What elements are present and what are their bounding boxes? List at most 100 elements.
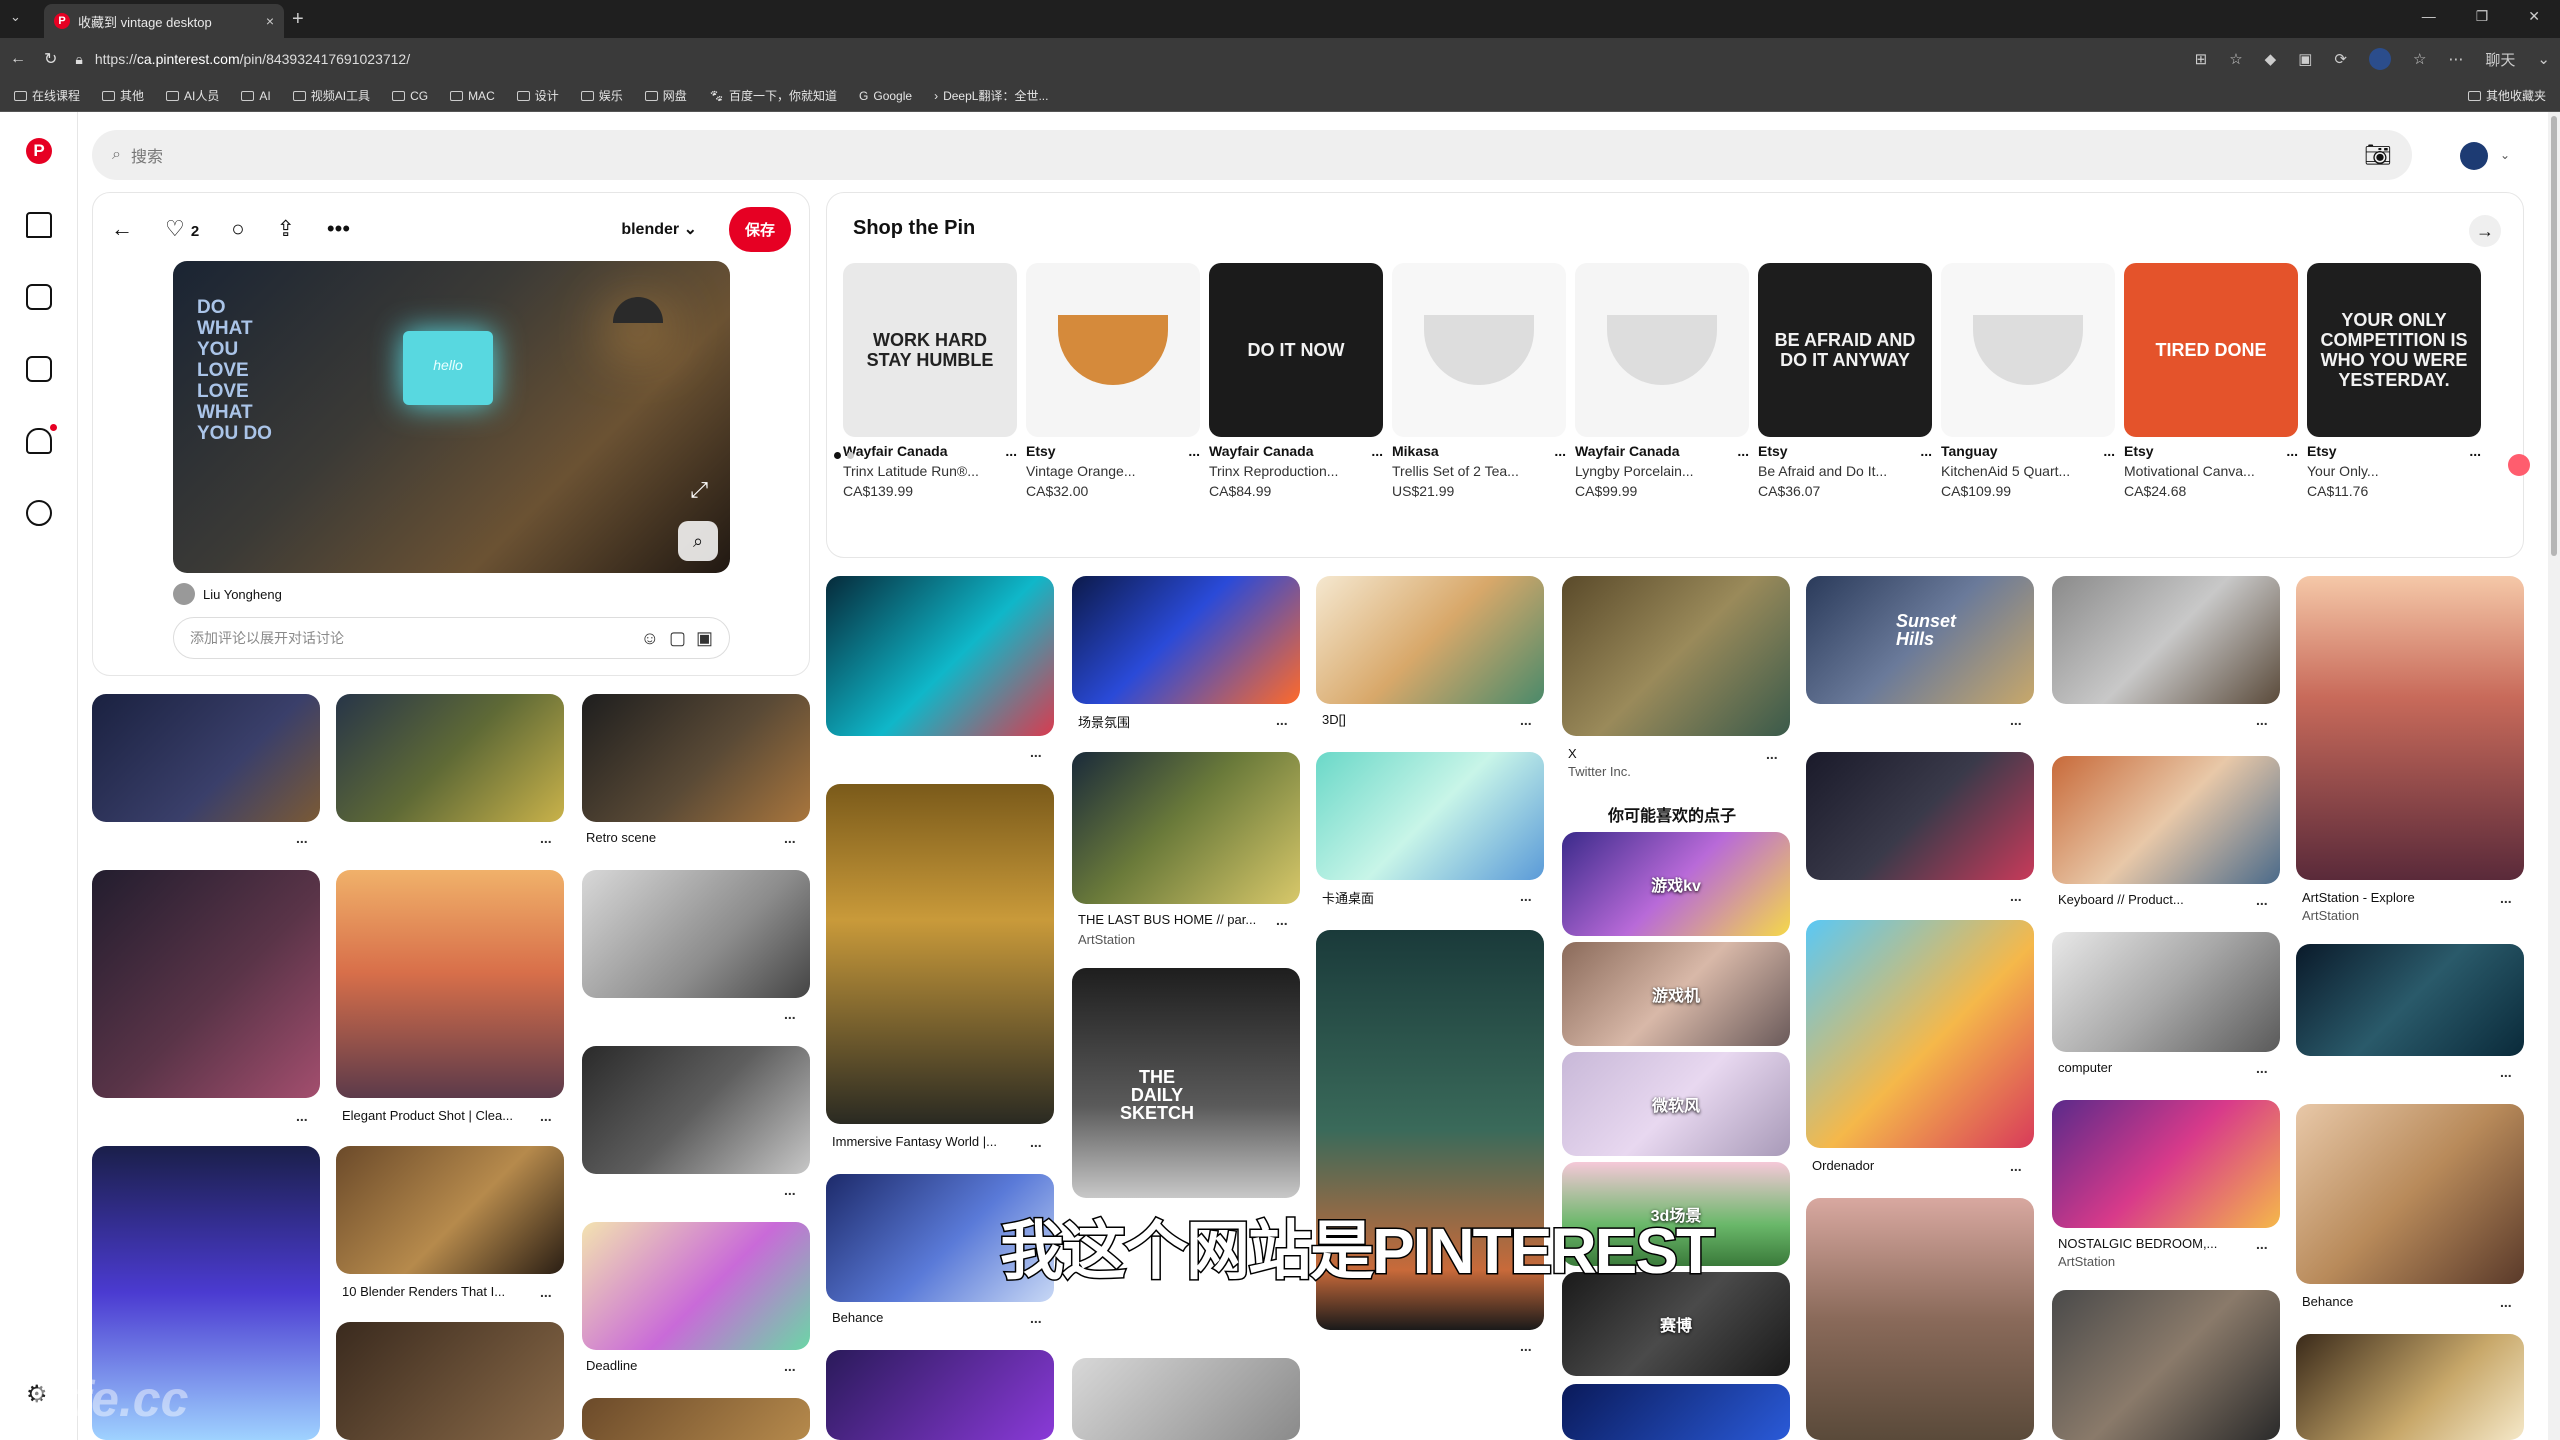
grid-pin[interactable] [582,1398,810,1440]
user-avatar[interactable] [2460,142,2488,170]
grid-pin[interactable] [1806,1198,2034,1440]
close-window-icon[interactable]: ✕ [2528,8,2540,25]
copilot-label[interactable]: 聊天 [2485,49,2515,70]
product-image[interactable]: BE AFRAID AND DO IT ANYWAY [1758,263,1932,437]
pin-title[interactable]: Immersive Fantasy World |... [832,1134,997,1149]
grid-pin[interactable] [2296,944,2524,1056]
pin-title[interactable]: 卡通桌面 [1322,888,1374,907]
grid-pin[interactable] [2052,932,2280,1052]
idea-chip[interactable]: 微软风 [1562,1052,1790,1156]
extension-icon[interactable]: ◆ [2265,50,2277,68]
browser-tab[interactable]: P 收藏到 vintage desktop × [44,4,284,38]
chevron-down-icon[interactable]: ⌄ [2537,50,2550,68]
grid-pin[interactable] [582,870,810,998]
more-options-icon[interactable]: ... [2469,443,2481,459]
product-image[interactable] [1575,263,1749,437]
more-options-icon[interactable]: ... [540,1284,552,1300]
minimize-icon[interactable]: — [2422,8,2436,25]
more-options-icon[interactable]: ... [2010,1158,2022,1174]
grid-pin[interactable] [2052,756,2280,884]
more-options-icon[interactable]: ... [2286,443,2298,459]
pager-dot[interactable] [847,452,854,459]
product-title[interactable]: Trinx Reproduction... [1209,463,1383,479]
messages-icon[interactable] [26,500,52,526]
more-options-icon[interactable]: ... [1188,443,1200,459]
pager-dot-active[interactable] [834,452,841,459]
grid-pin[interactable] [582,694,810,822]
more-options-icon[interactable]: ... [296,830,308,846]
product-title[interactable]: KitchenAid 5 Quart... [1941,463,2115,479]
grid-pin[interactable] [336,694,564,822]
pin-title[interactable]: Retro scene [586,830,656,845]
bookmark-item[interactable]: AI人员 [166,87,219,104]
pin-title[interactable]: 10 Blender Renders That I... [342,1284,505,1299]
more-options-icon[interactable]: ... [1520,1338,1532,1354]
emoji-icon[interactable]: ☺ [641,628,659,649]
comment-field[interactable]: 添加评论以展开对话讨论 ☺ ▢ ▣ [173,617,730,659]
address-bar[interactable]: 🔒︎ https://ca.pinterest.com/pin/84393241… [75,44,2177,74]
tab-close-icon[interactable]: × [266,13,274,29]
bookmark-item[interactable]: 🐾︎ 百度一下，你就知道 [709,87,837,104]
more-options-icon[interactable]: ... [1766,746,1778,762]
more-options-icon[interactable]: ... [784,830,796,846]
grid-pin[interactable] [582,1222,810,1350]
more-options-icon[interactable]: ... [1371,443,1383,459]
grid-pin[interactable] [2296,1104,2524,1284]
favorite-star-icon[interactable]: ☆ [2229,50,2242,68]
pin-title[interactable]: Behance [832,1310,883,1325]
tab-search-icon[interactable]: ⌄ [10,9,21,25]
grid-pin[interactable] [336,1322,564,1440]
board-selector[interactable]: blender ⌄ [621,219,697,239]
create-icon[interactable] [26,356,52,382]
product-merchant[interactable]: Etsy [2307,443,2337,459]
product-merchant[interactable]: Mikasa [1392,443,1439,459]
notifications-icon[interactable] [26,428,52,454]
reload-icon[interactable]: ↻ [44,49,57,69]
more-options-icon[interactable]: ... [1520,712,1532,728]
product-title[interactable]: Vintage Orange... [1026,463,1200,479]
more-options-icon[interactable]: ... [540,1108,552,1124]
search-bar[interactable]: ⌕ 搜索 📷︎ [92,130,2412,180]
grid-pin[interactable] [582,1046,810,1174]
bookmark-item[interactable]: 娱乐 [580,87,623,104]
product-image[interactable] [1392,263,1566,437]
product-merchant[interactable]: Wayfair Canada [843,443,948,459]
pin-title[interactable]: Elegant Product Shot | Clea... [342,1108,513,1123]
bookmark-item[interactable]: › DeepL翻译：全世... [934,87,1048,104]
sticker-icon[interactable]: ▢ [669,628,686,649]
more-options-icon[interactable]: ••• [327,216,350,242]
grid-pin[interactable] [1562,1384,1790,1440]
more-options-icon[interactable]: ... [2010,712,2022,728]
more-options-icon[interactable]: ... [784,1358,796,1374]
bookmark-item[interactable]: CG [392,89,428,103]
grid-pin[interactable] [1562,576,1790,736]
more-options-icon[interactable]: ... [2256,712,2268,728]
next-arrow-icon[interactable]: → [2469,215,2501,247]
more-options-icon[interactable]: ... [1737,443,1749,459]
product-image[interactable]: YOUR ONLY COMPETITION IS WHO YOU WERE YE… [2307,263,2481,437]
pin-title[interactable]: ArtStation - Explore [2302,890,2415,905]
product-card[interactable]: YOUR ONLY COMPETITION IS WHO YOU WERE YE… [2307,263,2481,499]
favorites-icon[interactable]: ☆ [2413,50,2426,68]
bookmark-item[interactable]: 视频AI工具 [292,87,370,104]
grid-pin[interactable] [2052,1100,2280,1228]
explore-icon[interactable] [26,284,52,310]
pin-title[interactable]: 3D[] [1322,712,1346,727]
more-options-icon[interactable]: ... [2010,888,2022,904]
page-scrollbar[interactable] [2548,112,2560,1440]
product-card[interactable]: Wayfair Canada... Lyngby Porcelain... CA$9… [1575,263,1749,499]
back-icon[interactable]: ← [10,50,26,68]
product-merchant[interactable]: Wayfair Canada [1575,443,1680,459]
comment-input[interactable]: 添加评论以展开对话讨论 [190,628,344,648]
more-options-icon[interactable]: ... [1030,1134,1042,1150]
comment-icon[interactable]: ○ [231,216,244,242]
product-image[interactable]: DO IT NOW [1209,263,1383,437]
more-options-icon[interactable]: ... [1520,888,1532,904]
grid-pin[interactable]: Sunset Hills [1806,576,2034,704]
pin-title[interactable]: THE LAST BUS HOME // par... [1078,912,1256,927]
product-image[interactable]: WORK HARD STAY HUMBLE [843,263,1017,437]
product-title[interactable]: Be Afraid and Do It... [1758,463,1932,479]
camera-search-icon[interactable]: 📷︎ [2364,142,2392,168]
product-card[interactable]: Etsy... Vintage Orange... CA$32.00 [1026,263,1200,499]
pin-author[interactable]: Liu Yongheng [173,583,282,605]
